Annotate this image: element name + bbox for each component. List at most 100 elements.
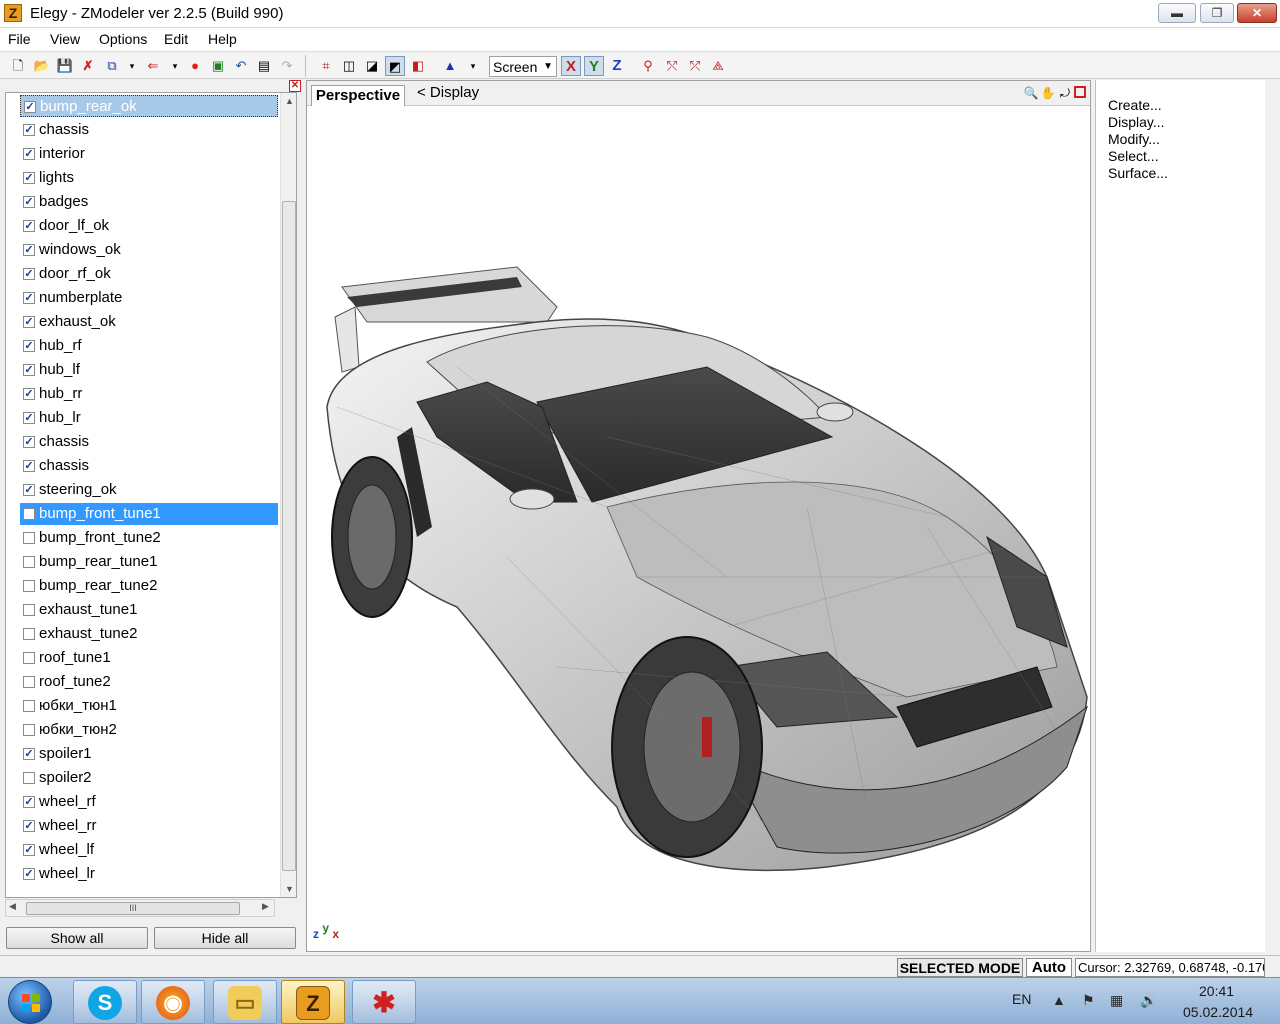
scrollbar-thumb[interactable] <box>282 201 296 871</box>
visibility-checkbox[interactable]: ✓ <box>23 796 35 808</box>
list-item[interactable]: bump_rear_tune2 <box>20 575 278 597</box>
axis-y-toggle[interactable]: Y <box>584 56 604 76</box>
list-item[interactable]: exhaust_tune2 <box>20 623 278 645</box>
view-combo[interactable]: Screen ▼ <box>489 56 557 77</box>
list-item[interactable]: ✓ wheel_lf <box>20 839 278 861</box>
box-icon[interactable]: ◫ <box>339 56 359 76</box>
visibility-checkbox[interactable]: ✓ <box>24 101 36 113</box>
visibility-checkbox[interactable] <box>23 700 35 712</box>
import-icon[interactable]: ⧉ <box>102 56 122 76</box>
list-item[interactable]: ✓ wheel_rr <box>20 815 278 837</box>
rotate-view-icon[interactable]: ⤾ <box>1057 85 1073 101</box>
list-item[interactable]: юбки_тюн1 <box>20 695 278 717</box>
visibility-checkbox[interactable] <box>23 676 35 688</box>
model-canvas[interactable]: z y x <box>307 107 1090 951</box>
visibility-checkbox[interactable] <box>23 652 35 664</box>
menu-view[interactable]: View <box>50 31 80 47</box>
list-item[interactable]: ✓ chassis <box>20 455 278 477</box>
visibility-checkbox[interactable]: ✓ <box>23 172 35 184</box>
list-item[interactable]: ✓ exhaust_ok <box>20 311 278 333</box>
axis-z-toggle[interactable]: Z <box>607 56 627 76</box>
axis-x-toggle[interactable]: X <box>561 56 581 76</box>
show-all-button[interactable]: Show all <box>6 927 148 949</box>
list-item[interactable]: ✓ spoiler1 <box>20 743 278 765</box>
zoom-icon[interactable]: 🔍 <box>1023 85 1039 101</box>
list-item[interactable]: ✓ hub_rf <box>20 335 278 357</box>
list-item[interactable]: roof_tune1 <box>20 647 278 669</box>
display-menu[interactable]: < Display <box>417 84 479 101</box>
visibility-checkbox[interactable] <box>23 508 35 520</box>
properties-icon[interactable]: ▤ <box>254 56 274 76</box>
list-item[interactable]: bump_rear_tune1 <box>20 551 278 573</box>
hide-all-button[interactable]: Hide all <box>154 927 296 949</box>
close-panel-icon[interactable]: ✕ <box>289 80 301 92</box>
redo-icon[interactable]: ↷ <box>277 56 297 76</box>
scroll-down-icon[interactable]: ▼ <box>281 881 296 897</box>
clock-time[interactable]: 20:41 <box>1199 983 1234 999</box>
action-center-flag-icon[interactable]: ⚑ <box>1082 992 1095 1009</box>
list-item[interactable]: ✓ door_lf_ok <box>20 215 278 237</box>
perspective-viewport[interactable]: Perspective < Display 🔍 ✋ ⤾ z y x <box>306 80 1091 952</box>
zmodeler-app-icon[interactable]: Z <box>4 4 22 22</box>
network-icon[interactable]: ▦ <box>1110 992 1123 1009</box>
visibility-checkbox[interactable]: ✓ <box>23 196 35 208</box>
command-panel-scrollbar[interactable] <box>1265 80 1280 952</box>
visibility-checkbox[interactable] <box>23 772 35 784</box>
visibility-checkbox[interactable]: ✓ <box>23 460 35 472</box>
taskbar-zmodeler[interactable]: Z <box>281 980 345 1024</box>
visibility-checkbox[interactable]: ✓ <box>23 268 35 280</box>
volume-icon[interactable]: 🔊 <box>1140 992 1157 1009</box>
open-file-icon[interactable]: 📂 <box>32 56 52 76</box>
visibility-checkbox[interactable]: ✓ <box>23 316 35 328</box>
visibility-checkbox[interactable]: ✓ <box>23 820 35 832</box>
display-command[interactable]: Display... <box>1108 114 1165 130</box>
show-hidden-icons-icon[interactable]: ▲ <box>1052 992 1066 1008</box>
list-item[interactable]: exhaust_tune1 <box>20 599 278 621</box>
list-item[interactable]: ✓ steering_ok <box>20 479 278 501</box>
auto-indicator[interactable]: Auto <box>1026 958 1072 977</box>
visibility-checkbox[interactable]: ✓ <box>23 868 35 880</box>
visibility-checkbox[interactable]: ✓ <box>23 412 35 424</box>
taskbar-explorer[interactable]: ▭ <box>213 980 277 1024</box>
clock-date[interactable]: 05.02.2014 <box>1183 1004 1253 1020</box>
axis-move-icon[interactable]: ⤲ <box>662 56 682 76</box>
list-item[interactable]: ✓ hub_lf <box>20 359 278 381</box>
list-item[interactable]: ✓ badges <box>20 191 278 213</box>
taskbar-firefox[interactable]: ◉ <box>141 980 205 1024</box>
list-item[interactable]: ✓ numberplate <box>20 287 278 309</box>
visibility-checkbox[interactable]: ✓ <box>23 844 35 856</box>
list-item[interactable]: ✓ chassis <box>20 431 278 453</box>
visibility-checkbox[interactable]: ✓ <box>23 292 35 304</box>
visibility-checkbox[interactable]: ✓ <box>23 748 35 760</box>
language-indicator[interactable]: EN <box>1012 991 1031 1007</box>
select-vertex-icon[interactable]: ⌗ <box>316 56 336 76</box>
list-item[interactable]: юбки_тюн2 <box>20 719 278 741</box>
visibility-checkbox[interactable]: ✓ <box>23 244 35 256</box>
list-item[interactable]: ✓ bump_rear_ok <box>20 95 278 117</box>
pivot-icon[interactable]: ▲ <box>440 56 460 76</box>
modify-command[interactable]: Modify... <box>1108 131 1160 147</box>
create-command[interactable]: Create... <box>1108 97 1162 113</box>
scroll-up-icon[interactable]: ▲ <box>281 93 296 109</box>
dropdown-arrow-icon[interactable]: ▾ <box>122 56 142 76</box>
render-icon[interactable]: ▣ <box>208 56 228 76</box>
visibility-checkbox[interactable]: ✓ <box>23 124 35 136</box>
list-scrollbar[interactable]: ▲ ▼ <box>280 93 296 897</box>
visibility-checkbox[interactable]: ✓ <box>23 148 35 160</box>
visibility-checkbox[interactable]: ✓ <box>23 484 35 496</box>
visibility-checkbox[interactable] <box>23 580 35 592</box>
close-button[interactable]: ✕ <box>1237 3 1277 23</box>
maximize-button[interactable]: ❐ <box>1200 3 1234 23</box>
visibility-checkbox[interactable] <box>23 556 35 568</box>
taskbar-app[interactable]: ✱ <box>352 980 416 1024</box>
list-item[interactable]: bump_front_tune2 <box>20 527 278 549</box>
visibility-checkbox[interactable] <box>23 724 35 736</box>
list-item[interactable]: ✓ lights <box>20 167 278 189</box>
visibility-checkbox[interactable]: ✓ <box>23 220 35 232</box>
visibility-checkbox[interactable] <box>23 532 35 544</box>
cube-icon[interactable]: ◧ <box>408 56 428 76</box>
record-icon[interactable]: ● <box>185 56 205 76</box>
visibility-checkbox[interactable]: ✓ <box>23 364 35 376</box>
axis-scale-icon[interactable]: ⟁ <box>708 56 728 76</box>
list-item[interactable]: ✓ chassis <box>20 119 278 141</box>
